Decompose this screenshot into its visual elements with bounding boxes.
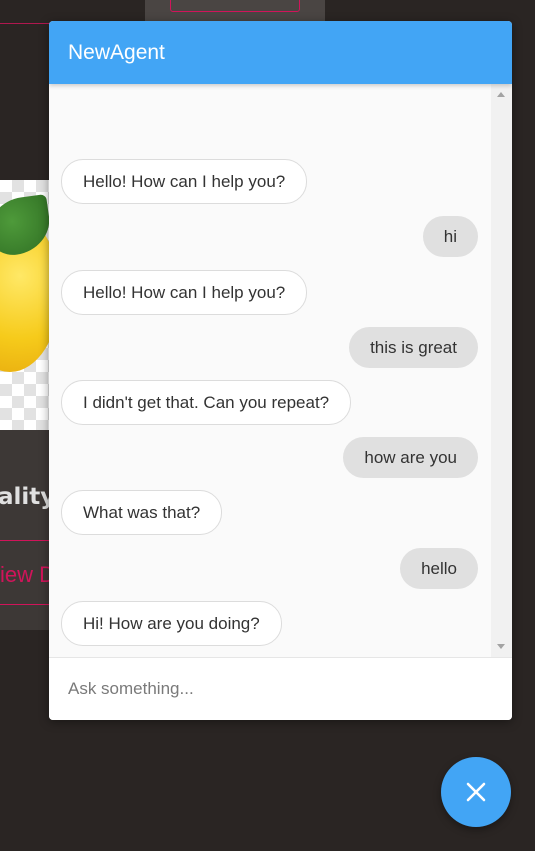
view-details-link: iew D bbox=[0, 562, 56, 587]
chat-title: NewAgent bbox=[68, 41, 165, 64]
page: ality iew D NewAgent Hello! How can I he… bbox=[0, 0, 535, 851]
chat-input-area bbox=[49, 657, 512, 720]
bot-message: Hi! How are you doing? bbox=[61, 601, 282, 646]
scroll-up-arrow-icon[interactable] bbox=[497, 92, 505, 97]
chat-close-button[interactable] bbox=[441, 757, 511, 827]
message-list[interactable]: Hello! How can I help you? hi Hello! How… bbox=[49, 84, 490, 657]
chat-widget: NewAgent Hello! How can I help you? hi H… bbox=[49, 21, 512, 720]
chat-header: NewAgent bbox=[49, 21, 512, 84]
user-message: hi bbox=[422, 216, 478, 257]
chat-input[interactable] bbox=[49, 658, 512, 720]
bot-message: What was that? bbox=[61, 490, 223, 535]
bot-message: Hello! How can I help you? bbox=[61, 159, 308, 204]
background-card-button bbox=[170, 0, 300, 12]
bot-message: Hello! How can I help you? bbox=[61, 270, 308, 315]
scroll-down-arrow-icon[interactable] bbox=[497, 644, 505, 649]
user-message: hello bbox=[400, 548, 478, 589]
bot-message: I didn't get that. Can you repeat? bbox=[61, 380, 352, 425]
user-message: how are you bbox=[343, 437, 478, 478]
product-title: ality bbox=[0, 484, 56, 510]
message-scrollbar[interactable] bbox=[491, 84, 512, 657]
close-icon bbox=[466, 782, 486, 802]
user-message: this is great bbox=[349, 327, 478, 368]
